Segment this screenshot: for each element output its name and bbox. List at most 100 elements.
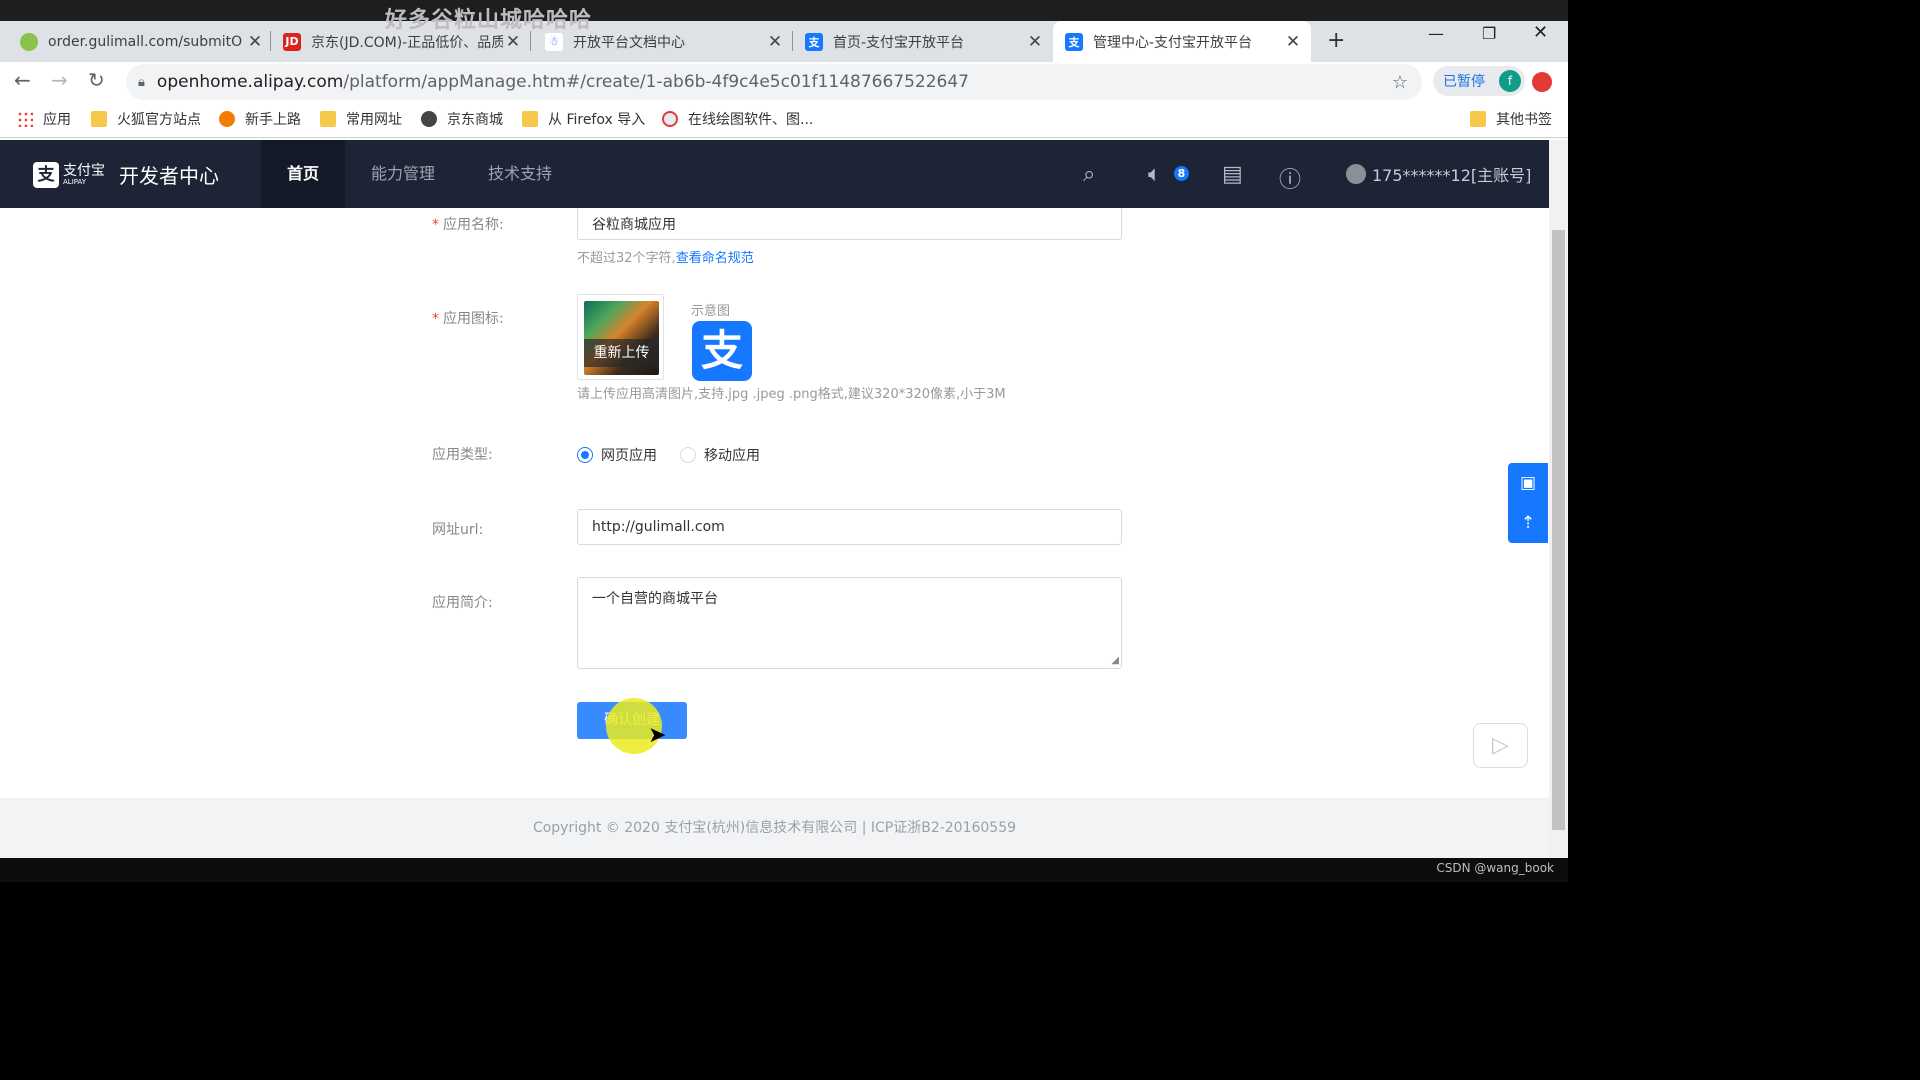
folder-icon xyxy=(320,111,336,127)
bookmark-label: 从 Firefox 导入 xyxy=(548,112,646,128)
paused-label: 已暂停 xyxy=(1443,74,1485,90)
scrollbar-thumb[interactable] xyxy=(1552,230,1565,830)
side-float-widget: ▣ ⇡ xyxy=(1508,463,1548,543)
avatar xyxy=(1346,164,1366,184)
bookmark-label: 在线绘图软件、图... xyxy=(688,112,814,128)
bookmark-jd-mall[interactable]: 京东商城 xyxy=(421,109,503,129)
description-textarea[interactable]: 一个自营的商城平台 ◢ xyxy=(577,577,1122,669)
radio-label: 移动应用 xyxy=(704,448,760,464)
create-app-form: * 应用名称: 谷粒商城应用 不超过32个字符,查看命名规范 * 应用图标: 重新上… xyxy=(0,208,1549,798)
video-play-icon[interactable]: ▷ xyxy=(1473,723,1528,768)
close-icon[interactable]: ✕ xyxy=(1025,32,1045,52)
forward-icon[interactable]: → xyxy=(51,68,68,92)
feedback-icon[interactable]: ▣ xyxy=(1508,463,1548,503)
globe-icon xyxy=(421,111,437,127)
bookmark-firefox-official[interactable]: 火狐官方站点 xyxy=(91,109,201,129)
restore-icon[interactable]: ❐ xyxy=(1482,24,1496,43)
app-header: 支 支付宝 ALIPAY 开发者中心 首页 能力管理 技术支持 ⌕ 🔈︎ ▤ ⓘ… xyxy=(0,140,1549,208)
watermark: CSDN @wang_book xyxy=(1436,861,1554,875)
video-overlay-title: 好多谷粒山城哈哈哈 xyxy=(385,8,593,33)
nav-support[interactable]: 技术支持 xyxy=(462,140,578,208)
back-icon[interactable]: ← xyxy=(14,68,31,92)
close-icon[interactable]: ✕ xyxy=(765,32,785,52)
tab-separator xyxy=(792,31,793,51)
label-text: 应用名称: xyxy=(443,217,504,233)
close-icon[interactable]: ✕ xyxy=(1283,32,1303,52)
bookmark-other[interactable]: 其他书签 xyxy=(1470,109,1552,129)
close-icon[interactable]: ✕ xyxy=(503,32,523,52)
notification-badge: 8 xyxy=(1174,166,1189,181)
mouse-cursor-icon: ➤ xyxy=(648,723,667,748)
alipay-sample-icon: 支 xyxy=(692,321,752,381)
address-bar[interactable]: 🔒︎ openhome.alipay.com /platform/appMana… xyxy=(126,64,1422,100)
tab-separator xyxy=(530,31,531,51)
app-name-label: * 应用名称: xyxy=(432,217,504,233)
alipay-icon: 支 xyxy=(805,32,823,51)
bookmark-star-icon[interactable]: ☆ xyxy=(1392,72,1408,93)
app-type-label: 应用类型: xyxy=(432,447,493,463)
textarea-value: 一个自营的商城平台 xyxy=(592,591,718,607)
url-host: openhome.alipay.com xyxy=(156,72,344,92)
folder-icon xyxy=(1470,111,1486,127)
radio-mobile-app[interactable]: 移动应用 xyxy=(680,445,760,465)
nav-home[interactable]: 首页 xyxy=(261,140,346,208)
url-label: 网址url: xyxy=(432,522,484,538)
profile-paused-button[interactable]: 已暂停 f xyxy=(1433,66,1525,96)
tab-title: 管理中心-支付宝开放平台 xyxy=(1093,34,1253,51)
radio-web-app[interactable]: 网页应用 xyxy=(577,445,657,465)
bookmark-apps[interactable]: 应用 xyxy=(17,109,71,129)
brand-logo[interactable]: 支 支付宝 ALIPAY 开发者中心 xyxy=(33,160,219,189)
leaf-icon xyxy=(20,32,38,51)
nav-capability[interactable]: 能力管理 xyxy=(345,140,461,208)
user-account[interactable]: 175******12[主账号] xyxy=(1346,162,1531,186)
reload-icon[interactable]: ↻ xyxy=(88,68,105,92)
close-icon[interactable]: ✕ xyxy=(245,32,265,52)
back-to-top-icon[interactable]: ⇡ xyxy=(1508,503,1548,543)
radio-dot xyxy=(577,447,593,463)
bookmark-firefox-import[interactable]: 从 Firefox 导入 xyxy=(522,109,645,129)
order-doc-icon[interactable]: ▤ xyxy=(1222,162,1243,187)
brand-title: 开发者中心 xyxy=(119,164,219,188)
tab-separator xyxy=(270,31,271,51)
vertical-scrollbar[interactable] xyxy=(1549,140,1568,858)
bookmark-label: 常用网址 xyxy=(346,112,402,128)
url-input[interactable]: http://gulimall.com xyxy=(577,509,1122,545)
bookmark-getting-started[interactable]: 新手上路 xyxy=(219,109,301,129)
user-name: 175******12[主账号] xyxy=(1372,166,1532,185)
brand-name: 支付宝 xyxy=(63,162,105,179)
tab-title: 开放平台文档中心 xyxy=(573,34,685,51)
app-name-hint: 不超过32个字符,查看命名规范 xyxy=(577,247,754,266)
input-value: http://gulimall.com xyxy=(592,519,725,535)
jd-icon: JD xyxy=(283,32,301,51)
app-icon-upload[interactable]: 重新上传 xyxy=(577,294,664,380)
screen: order.gulimall.com/submitO ✕ JD 京东(JD.CO… xyxy=(0,0,1568,882)
app-icon-hint: 请上传应用高清图片,支持.jpg .jpeg .png格式,建议320*320像… xyxy=(577,387,1006,402)
close-window-icon[interactable]: ✕ xyxy=(1533,22,1548,43)
profile-avatar: f xyxy=(1499,70,1521,92)
draw-icon xyxy=(662,111,678,127)
browser-toolbar: ← → ↻ 🔒︎ openhome.alipay.com /platform/a… xyxy=(0,62,1568,100)
resize-handle-icon[interactable]: ◢ xyxy=(1111,655,1119,666)
notification-speaker-icon[interactable]: 🔈︎ xyxy=(1148,162,1161,187)
extension-icon[interactable] xyxy=(1532,72,1552,92)
tab-order-gulimall[interactable]: order.gulimall.com/submitO ✕ xyxy=(20,21,265,62)
bookmark-label: 应用 xyxy=(43,112,71,128)
bookmark-common-sites[interactable]: 常用网址 xyxy=(320,109,402,129)
minimize-icon[interactable]: — xyxy=(1428,24,1444,43)
tab-alipay-manage[interactable]: 支 管理中心-支付宝开放平台 ✕ xyxy=(1053,21,1311,62)
bookmark-label: 京东商城 xyxy=(447,112,503,128)
page-footer: Copyright © 2020 支付宝(杭州)信息技术有限公司 | ICP证浙… xyxy=(0,798,1549,858)
browser-tab-strip: order.gulimall.com/submitO ✕ JD 京东(JD.CO… xyxy=(0,0,1568,62)
search-icon[interactable]: ⌕ xyxy=(1083,162,1095,187)
brand-subtitle: ALIPAY xyxy=(63,177,87,186)
sample-label: 示意图 xyxy=(691,304,731,319)
new-tab-button[interactable]: + xyxy=(1327,28,1345,53)
alipay-logo-icon: 支 xyxy=(33,161,59,188)
app-name-input[interactable]: 谷粒商城应用 xyxy=(577,208,1122,240)
tab-alipay-home[interactable]: 支 首页-支付宝开放平台 ✕ xyxy=(805,21,1045,62)
naming-rules-link[interactable]: 查看命名规范 xyxy=(676,251,754,266)
tab-title: 首页-支付宝开放平台 xyxy=(833,34,965,51)
reupload-button[interactable]: 重新上传 xyxy=(584,339,659,367)
help-icon[interactable]: ⓘ xyxy=(1279,162,1301,194)
bookmark-online-draw[interactable]: 在线绘图软件、图... xyxy=(662,109,813,129)
